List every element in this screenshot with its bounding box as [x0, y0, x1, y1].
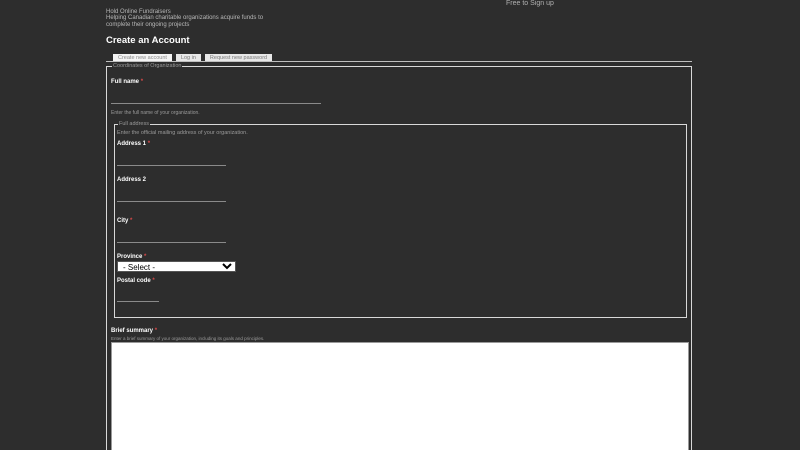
site-slogan: Helping Canadian charitable organization…: [106, 15, 264, 28]
address-description: Enter the official mailing address of yo…: [117, 130, 248, 136]
address-legend: Full address: [118, 121, 150, 127]
address2-label: Address 2: [117, 177, 146, 183]
full-name-label: Full name *: [111, 79, 143, 85]
city-input[interactable]: [117, 242, 226, 243]
postal-code-label-text: Postal code: [117, 278, 151, 284]
address2-label-text: Address 2: [117, 177, 147, 183]
full-name-input[interactable]: [111, 103, 321, 104]
summary-label-text: Brief summary: [111, 328, 154, 334]
page-title: Create an Account: [106, 35, 190, 46]
required-marker: *: [154, 328, 158, 334]
city-label-text: City: [117, 218, 129, 224]
address1-input[interactable]: [117, 165, 226, 166]
required-marker: *: [130, 218, 133, 224]
province-label: Province *: [117, 254, 146, 260]
full-name-label-text: Full name: [111, 79, 140, 85]
required-marker: *: [140, 79, 144, 85]
required-marker: *: [147, 141, 151, 147]
city-label: City *: [117, 218, 132, 224]
address1-label: Address 1 *: [117, 141, 150, 147]
organization-legend: Coordinates of Organization: [112, 63, 183, 69]
province-label-text: Province: [117, 254, 143, 260]
postal-code-label: Postal code *: [117, 278, 155, 284]
required-marker: *: [152, 278, 155, 284]
address-fieldset: [114, 124, 687, 318]
tabs-divider: [106, 61, 692, 62]
address1-label-text: Address 1: [117, 141, 147, 147]
province-select[interactable]: - Select -: [117, 261, 236, 272]
required-marker: *: [144, 254, 147, 260]
address2-input[interactable]: [117, 201, 226, 202]
full-name-description: Enter the full name of your organization…: [111, 110, 200, 116]
signup-link[interactable]: Free to Sign up: [506, 0, 554, 7]
summary-description: Enter a brief summary of your organizati…: [111, 336, 265, 341]
postal-code-input[interactable]: [117, 301, 159, 302]
summary-label: Brief summary *: [111, 328, 157, 334]
summary-textarea[interactable]: [111, 342, 689, 450]
